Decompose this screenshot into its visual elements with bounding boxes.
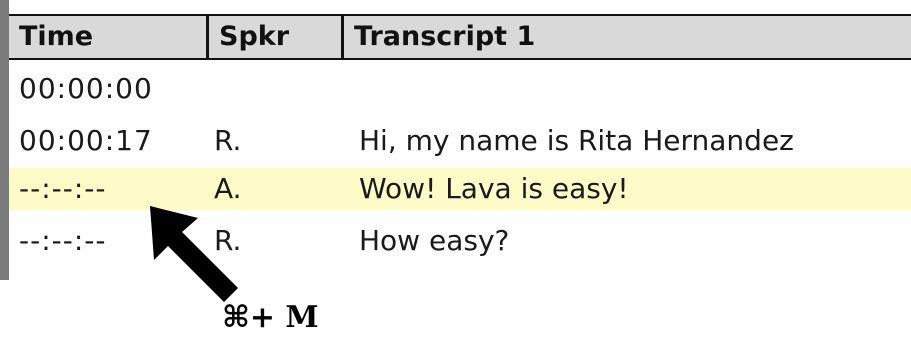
keyboard-shortcut-label: ⌘+ M	[222, 300, 319, 335]
table-row[interactable]: 00:00:17 R. Hi, my name is Rita Hernande…	[9, 120, 911, 162]
timecode-cell[interactable]: --:--:--	[19, 220, 107, 262]
table-header: Time Spkr Transcript 1	[9, 14, 911, 60]
column-header-speaker[interactable]: Spkr	[209, 16, 341, 58]
timecode-cell[interactable]: 00:00:17	[19, 120, 153, 162]
column-header-time[interactable]: Time	[9, 16, 206, 58]
column-header-transcript[interactable]: Transcript 1	[344, 16, 904, 58]
window-left-border	[0, 0, 9, 280]
timecode-cell[interactable]: 00:00:00	[19, 68, 153, 110]
speaker-cell[interactable]: R.	[214, 120, 241, 162]
transcript-cell[interactable]: Hi, my name is Rita Hernandez	[359, 120, 794, 162]
arrow-up-left-icon	[150, 206, 238, 302]
table-row[interactable]: 00:00:00	[9, 68, 911, 110]
timecode-cell[interactable]: --:--:--	[19, 168, 107, 210]
transcript-cell[interactable]: Wow! Lava is easy!	[359, 168, 629, 210]
transcript-cell[interactable]: How easy?	[359, 220, 509, 262]
